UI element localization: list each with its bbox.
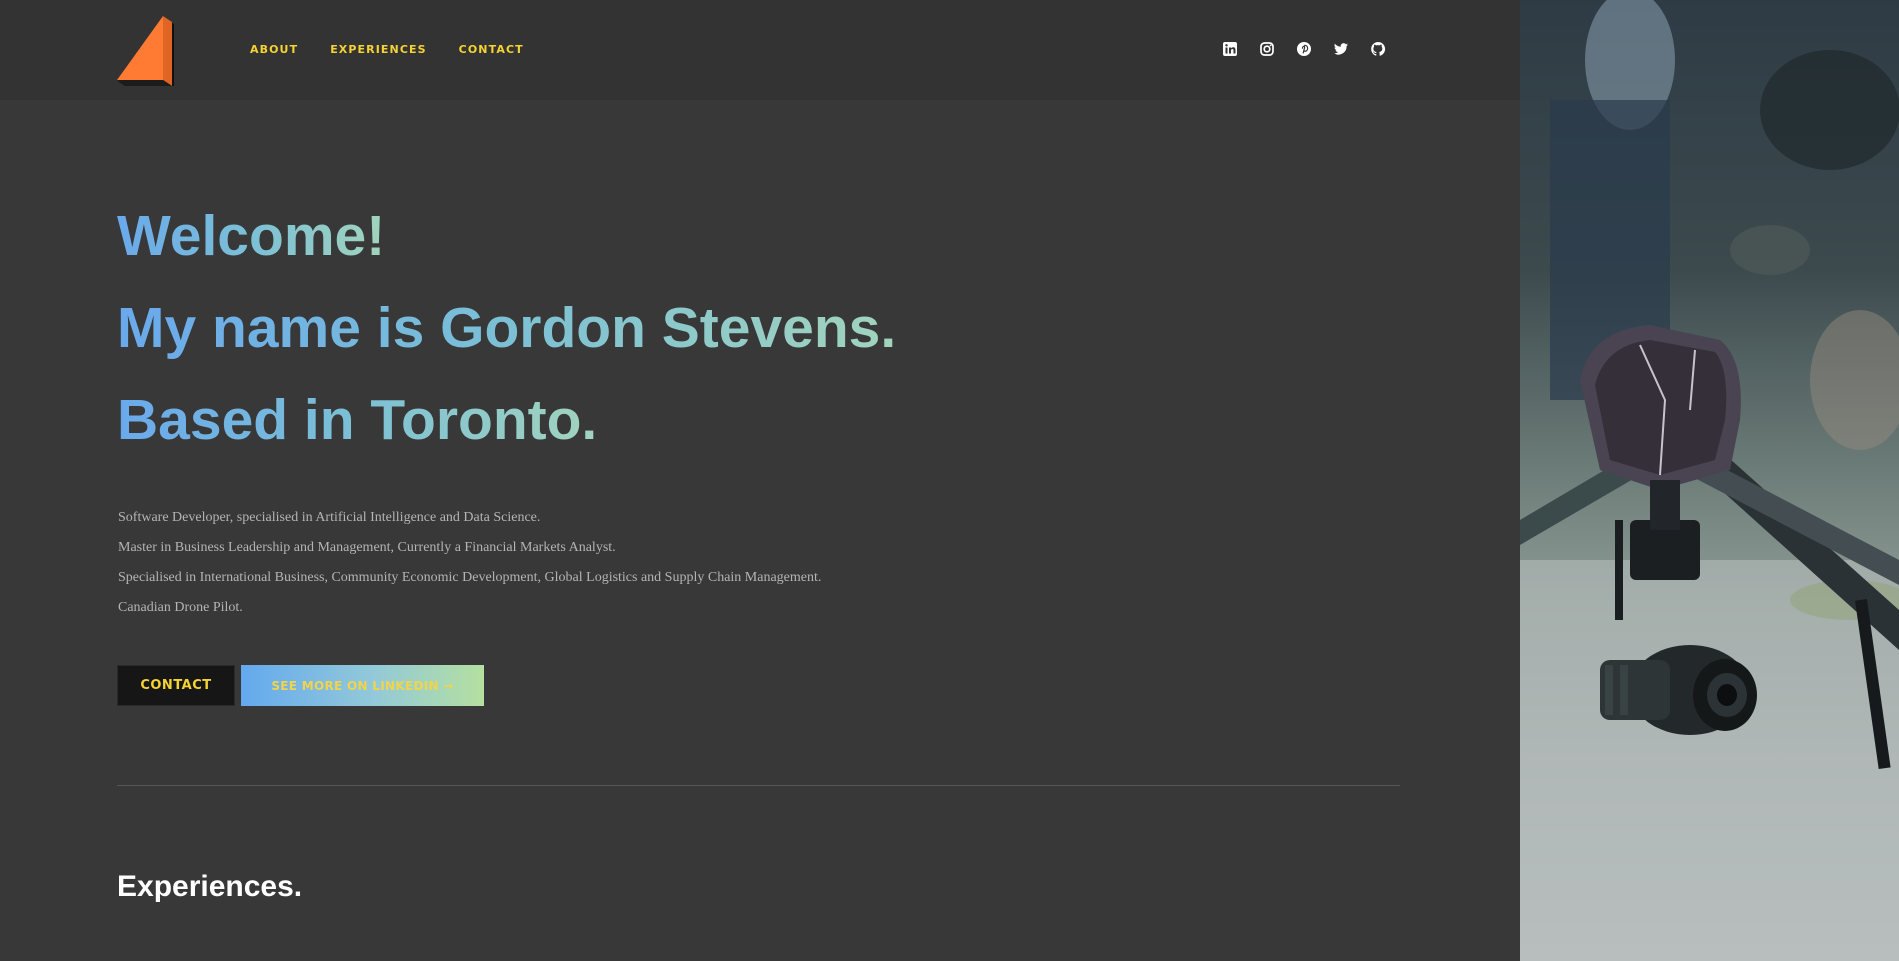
hero: Welcome! My name is Gordon Stevens. Base… xyxy=(117,190,896,466)
linkedin-icon[interactable] xyxy=(1222,41,1238,57)
nav-experiences[interactable]: EXPERIENCES xyxy=(330,43,426,56)
bio-line: Canadian Drone Pilot. xyxy=(118,600,243,615)
social-links xyxy=(1222,41,1386,57)
github-icon[interactable] xyxy=(1370,41,1386,57)
bio-line: Master in Business Leadership and Manage… xyxy=(118,540,616,555)
instagram-icon[interactable] xyxy=(1259,41,1275,57)
divider xyxy=(117,785,1400,786)
main-panel: ABOUT EXPERIENCES CONTACT Welcome! My na… xyxy=(0,0,1520,961)
nav-contact[interactable]: CONTACT xyxy=(459,43,524,56)
hero-welcome: Welcome! xyxy=(117,190,385,282)
header: ABOUT EXPERIENCES CONTACT xyxy=(0,0,1520,100)
twitter-icon[interactable] xyxy=(1333,41,1349,57)
contact-button[interactable]: CONTACT xyxy=(117,665,235,706)
experiences-heading: Experiences. xyxy=(117,870,303,903)
page: ABOUT EXPERIENCES CONTACT Welcome! My na… xyxy=(0,0,1899,961)
drone-illustration xyxy=(1520,0,1899,961)
logo[interactable] xyxy=(117,16,187,86)
hero-location: Based in Toronto. xyxy=(117,374,597,466)
nav-about[interactable]: ABOUT xyxy=(250,43,298,56)
bio: Software Developer, specialised in Artif… xyxy=(118,503,821,623)
drone-photo xyxy=(1520,0,1899,961)
cta-buttons: CONTACT SEE MORE ON LINKEDIN → xyxy=(117,665,484,706)
pinterest-icon[interactable] xyxy=(1296,41,1312,57)
bio-line: Software Developer, specialised in Artif… xyxy=(118,510,541,525)
linkedin-button[interactable]: SEE MORE ON LINKEDIN → xyxy=(241,665,484,706)
main-nav: ABOUT EXPERIENCES CONTACT xyxy=(250,43,524,56)
hero-name: My name is Gordon Stevens. xyxy=(117,282,896,374)
bio-line: Specialised in International Business, C… xyxy=(118,570,822,585)
